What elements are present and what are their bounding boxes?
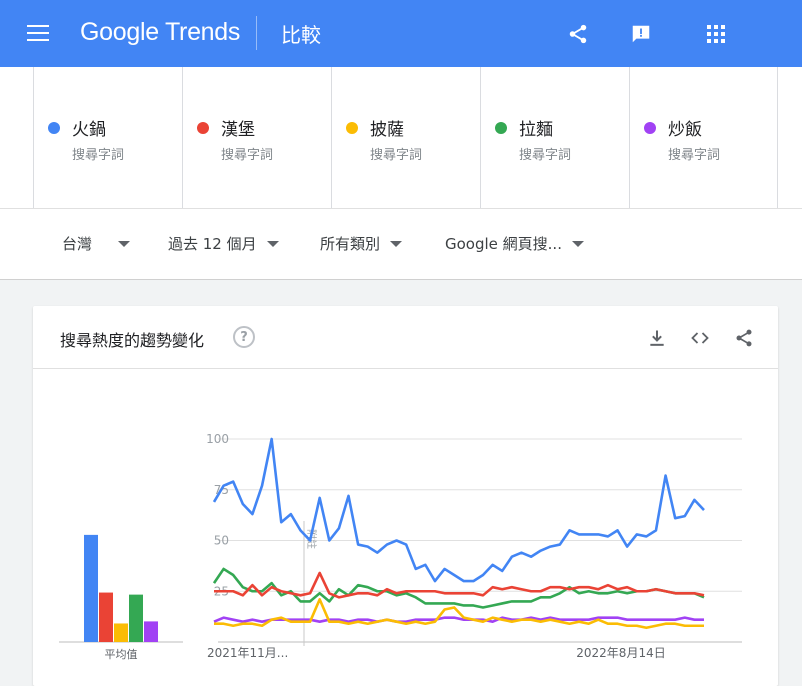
y-tick-label: 100 bbox=[206, 432, 229, 446]
search-type-dropdown[interactable]: Google 網頁搜... bbox=[445, 233, 584, 254]
interest-over-time-card: 搜尋熱度的趨勢變化 ? 100 75 50 25 附註 2021年11月... 2022年8… bbox=[33, 306, 778, 686]
term-type: 搜尋字詞 bbox=[72, 148, 125, 163]
term-card-1[interactable]: 火鍋 搜尋字詞 bbox=[33, 67, 182, 208]
term-card-2[interactable]: 漢堡 搜尋字詞 bbox=[182, 67, 331, 208]
term-name: 火鍋 bbox=[72, 120, 106, 140]
series-color-dot bbox=[48, 122, 60, 134]
header-divider bbox=[256, 16, 257, 50]
series-color-dot bbox=[495, 122, 507, 134]
x-tick-label: 2021年11月... bbox=[207, 646, 288, 660]
term-card-4[interactable]: 拉麵 搜尋字詞 bbox=[480, 67, 629, 208]
dropdown-arrow-icon bbox=[390, 240, 403, 247]
filter-bar: 台灣 過去 12 個月 所有類別 Google 網頁搜... bbox=[0, 208, 802, 280]
series-color-dot bbox=[644, 122, 656, 134]
category-dropdown[interactable]: 所有類別 bbox=[320, 233, 403, 254]
average-bar-披薩 bbox=[114, 623, 128, 642]
term-name: 披薩 bbox=[370, 120, 404, 140]
apps-icon[interactable] bbox=[703, 21, 729, 47]
average-bar-火鍋 bbox=[84, 534, 98, 642]
average-bar-漢堡 bbox=[99, 592, 113, 642]
average-label: 平均值 bbox=[105, 648, 138, 661]
average-bar-炒飯 bbox=[144, 621, 158, 642]
term-card-3[interactable]: 披薩 搜尋字詞 bbox=[331, 67, 480, 208]
y-tick-label: 50 bbox=[214, 534, 229, 548]
google-trends-logo[interactable]: Google Trends bbox=[80, 18, 240, 47]
term-name: 拉麵 bbox=[519, 120, 553, 140]
app-header: Google Trends 比較 bbox=[0, 0, 802, 67]
trend-chart: 100755025附註2021年11月... 2022年8月14日平均值 bbox=[59, 432, 742, 661]
category-value: 所有類別 bbox=[320, 235, 381, 253]
dropdown-arrow-icon bbox=[118, 240, 131, 247]
share-icon[interactable] bbox=[565, 21, 591, 47]
region-value: 台灣 bbox=[62, 235, 93, 253]
term-name: 炒飯 bbox=[668, 120, 702, 140]
term-name: 漢堡 bbox=[221, 120, 255, 140]
search-type-value: Google 網頁搜... bbox=[445, 235, 562, 253]
time-range-dropdown[interactable]: 過去 12 個月 bbox=[168, 233, 279, 254]
feedback-icon[interactable] bbox=[628, 21, 654, 47]
menu-icon[interactable] bbox=[27, 25, 49, 43]
dropdown-arrow-icon bbox=[266, 240, 279, 247]
region-dropdown[interactable]: 台灣 bbox=[62, 233, 131, 254]
term-type: 搜尋字詞 bbox=[519, 148, 572, 163]
term-type: 搜尋字詞 bbox=[668, 148, 721, 163]
x-tick-label: 2022年8月14日 bbox=[576, 646, 665, 660]
series-color-dot bbox=[197, 122, 209, 134]
term-type: 搜尋字詞 bbox=[221, 148, 274, 163]
time-range-value: 過去 12 個月 bbox=[168, 235, 257, 253]
series-color-dot bbox=[346, 122, 358, 134]
dropdown-arrow-icon bbox=[571, 240, 584, 247]
average-bar-拉麵 bbox=[129, 594, 143, 642]
page-title: 比較 bbox=[281, 23, 321, 47]
term-card-5[interactable]: 炒飯 搜尋字詞 bbox=[629, 67, 778, 208]
term-type: 搜尋字詞 bbox=[370, 148, 423, 163]
series-line-火鍋 bbox=[212, 437, 705, 583]
compare-terms-bar: 火鍋 搜尋字詞 漢堡 搜尋字詞 披薩 搜尋字詞 拉麵 搜尋字詞 炒飯 搜尋字詞 bbox=[0, 67, 802, 208]
